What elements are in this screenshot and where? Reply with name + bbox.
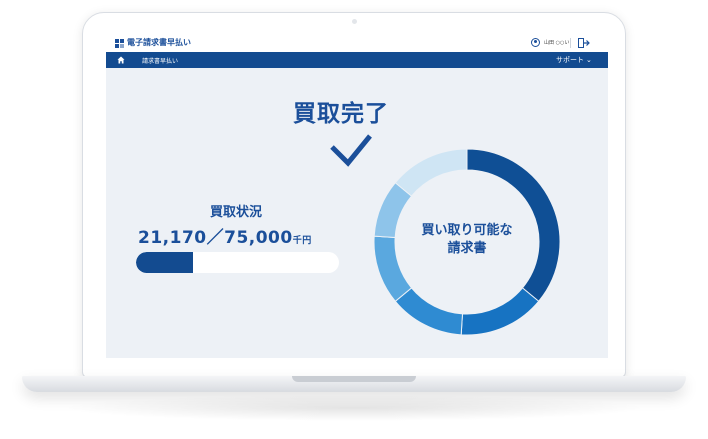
laptop-camera bbox=[352, 19, 357, 24]
user-name[interactable]: 山田 ○○い bbox=[544, 39, 569, 46]
purchase-amount: 21,170／75,000千円 bbox=[138, 223, 353, 248]
amount-separator: ／ bbox=[206, 228, 225, 248]
app-title[interactable]: 電子請求書早払い bbox=[127, 37, 191, 48]
page-title: 買取完了 bbox=[293, 101, 389, 127]
purchase-status-label: 買取状況 bbox=[209, 205, 262, 220]
amount-unit: 千円 bbox=[292, 236, 312, 246]
user-icon[interactable] bbox=[531, 38, 540, 47]
checkmark-icon bbox=[330, 134, 372, 167]
nav-bar: 請求書早払い サポート ⌄ bbox=[106, 52, 608, 68]
amount-total: 75,000 bbox=[224, 228, 293, 248]
purchase-progress-fill bbox=[136, 252, 194, 273]
support-menu-label: サポート bbox=[556, 56, 584, 64]
laptop-notch bbox=[292, 376, 416, 382]
chevron-down-icon: ⌄ bbox=[586, 56, 592, 64]
donut-label-line2: 請求書 bbox=[447, 241, 487, 256]
amount-current: 21,170 bbox=[138, 228, 207, 248]
home-icon[interactable] bbox=[117, 56, 125, 64]
support-menu[interactable]: サポート ⌄ bbox=[556, 55, 592, 65]
logout-icon[interactable] bbox=[578, 38, 590, 48]
donut-center-label: 買い取り可能な 請求書 bbox=[402, 222, 532, 258]
laptop-shadow bbox=[60, 395, 648, 421]
logo-icon[interactable] bbox=[115, 39, 124, 48]
donut-label-line1: 買い取り可能な bbox=[421, 223, 513, 238]
app-header: 電子請求書早払い 山田 ○○い bbox=[106, 34, 608, 52]
purchase-progress-bar bbox=[136, 252, 339, 273]
screen: 電子請求書早払い 山田 ○○い 請求書早払い サポート ⌄ 買取完了 買取状況 2… bbox=[106, 34, 608, 358]
header-divider bbox=[570, 38, 571, 48]
nav-link-early-payment[interactable]: 請求書早払い bbox=[142, 56, 178, 65]
